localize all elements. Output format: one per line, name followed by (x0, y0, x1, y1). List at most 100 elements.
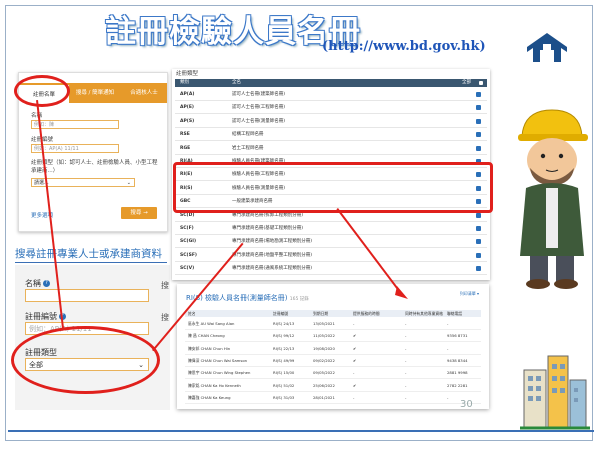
row-name: 結構工程師名冊 (232, 132, 264, 138)
select-all-checkbox[interactable] (479, 81, 483, 85)
results-cell: RI(S) 15/00 (273, 370, 295, 376)
results-cell: 13/05/2021 (313, 321, 335, 326)
col-select-all[interactable]: 全部 (462, 79, 471, 87)
results-cell: - (405, 357, 407, 363)
big-search-divider (15, 262, 167, 263)
row-name: 專門承建商名冊(地盤平整工程類別分冊) (232, 252, 313, 258)
results-cell: 9438 8344 (447, 357, 468, 363)
footer-divider (8, 430, 594, 432)
table-row[interactable]: SC(SF) 專門承建商名冊(地盤平整工程類別分冊) (175, 250, 487, 262)
results-cell: 陳安邦 CHAN Chun Hin (188, 345, 231, 351)
side-label: 搜 (161, 313, 169, 322)
results-panel: RI(S) 檢驗人員名冊(測量師名冊) 165 記錄 列印清單 ▾ 姓名 註冊編號… (177, 284, 489, 409)
page-number: 30 (460, 399, 473, 410)
results-cell: RI(S) 22/13 (273, 345, 295, 351)
table-row[interactable]: RGE 岩土工程師名冊 (175, 143, 487, 155)
row-checkbox[interactable] (476, 132, 481, 138)
row-name: 認可人士名冊(工程師名冊) (232, 105, 286, 111)
results-cell: - (405, 333, 407, 339)
results-row[interactable]: 區永生 AU Wai Sang Alan RI(S) 24/13 13/05/202… (185, 319, 481, 330)
slide-url: (http://www.bd.gov.hk) (322, 39, 486, 54)
row-code: AP(E) (180, 105, 194, 111)
tab-search-notice[interactable]: 搜尋 / 簡單通知 (69, 83, 121, 103)
chevron-down-icon: ⌄ (126, 180, 131, 186)
results-cell: - (405, 394, 407, 400)
table-row[interactable]: AP(E) 認可人士名冊(工程師名冊) (175, 102, 487, 115)
row-code: SC(V) (180, 266, 195, 272)
results-cell: RI(S) 31/03 (273, 394, 295, 400)
search-button[interactable]: 搜尋 → (121, 207, 157, 219)
row-name: 岩土工程師名冊 (232, 145, 264, 151)
table-row[interactable]: SC(GI) 專門承建商名冊(場地勘測工程類別分冊) (175, 236, 487, 249)
results-row[interactable]: 陳偉深 CHAN Chun Wai Samson RI(S) 49/99 09/02… (185, 356, 481, 367)
table-row[interactable]: SC(F) 專門承建商名冊(基礎工程類別分冊) (175, 223, 487, 235)
results-row[interactable]: 陳家銘 CHAN Ka Ho Kenneth RI(S) 51/02 25/06/2… (185, 381, 481, 392)
results-cell: 09/02/2022 (313, 357, 335, 363)
results-title: RI(S) 檢驗人員名冊(測量師名冊) 165 記錄 (186, 294, 309, 302)
highlight-ellipse-tab (14, 75, 70, 107)
results-cell: ✔ (353, 382, 357, 388)
results-cell: 區永生 AU Wai Sang Alan (188, 321, 235, 326)
table-row[interactable]: AP(S) 認可人士名冊(測量師名冊) (175, 116, 487, 128)
row-checkbox[interactable] (476, 105, 481, 111)
results-cell: RI(S) 24/13 (273, 321, 295, 326)
table-row[interactable]: RSE 結構工程師名冊 (175, 129, 487, 142)
print-list-link[interactable]: 列印清單 ▾ (460, 291, 479, 297)
results-row[interactable]: 陳 昌 CHAN Cheong RI(S) 99/12 11/05/2022 ✔ - 93… (185, 331, 481, 343)
col-name: 全名 (232, 80, 241, 85)
results-cell: - (353, 394, 355, 400)
results-row[interactable]: 陳安邦 CHAN Chun Hin RI(S) 22/13 19/08/2020 ✔ -… (185, 344, 481, 355)
results-cell: 陳 昌 CHAN Cheong (188, 333, 225, 339)
row-checkbox[interactable] (476, 212, 481, 218)
row-name: 認可人士名冊(測量師名冊) (232, 118, 286, 124)
row-checkbox[interactable] (476, 226, 481, 231)
search-button-label: 搜尋 (130, 210, 142, 216)
row-code: AP(A) (180, 92, 195, 97)
name-input[interactable]: 例如：陳 (31, 120, 119, 129)
results-row[interactable]: 陳思宇 CHAN Chun Wing Stephen RI(S) 15/00 09/… (185, 368, 481, 380)
arrow-right-icon: → (143, 210, 148, 216)
results-cell: RI(S) 99/12 (273, 333, 295, 339)
row-code: SC(F) (180, 226, 194, 231)
results-column-header[interactable]: 同時持有其他專業資格 (405, 310, 443, 317)
col-category: 類別 (180, 80, 189, 85)
results-cell: - (447, 345, 449, 351)
results-column-header[interactable]: 註冊編號 (273, 310, 288, 317)
row-checkbox[interactable] (476, 145, 481, 151)
row-checkbox[interactable] (476, 266, 481, 272)
row-checkbox[interactable] (476, 252, 481, 258)
row-code: SC(SF) (180, 252, 197, 258)
results-column-header[interactable]: 聯絡電話 (447, 310, 462, 317)
help-icon[interactable]: ? (43, 280, 50, 287)
reg-no-input[interactable]: 例如：AP(A) 11/11 (31, 144, 119, 153)
row-checkbox[interactable] (476, 118, 481, 124)
inspector-character-illustration (518, 109, 588, 289)
highlight-box-ri-rows (173, 162, 493, 213)
results-cell: 09/05/2022 (313, 370, 335, 376)
type-label: 註冊類型（如：認可人士、註冊檢驗人員、小型工程承建商...） (31, 160, 158, 174)
results-column-header[interactable]: 姓名 (188, 310, 196, 317)
results-cell: 11/05/2022 (313, 333, 335, 339)
tab-suitable-persons[interactable]: 合適核人士 (121, 83, 167, 103)
results-cell: RI(S) 49/99 (273, 357, 295, 363)
side-label: 搜 (161, 281, 169, 290)
row-name: 認可人士名冊(建築師名冊) (232, 92, 286, 97)
big-name-input[interactable] (25, 289, 149, 302)
results-cell: 陳家銘 CHAN Ka Ho Kenneth (188, 382, 241, 388)
results-cell: 陳偉深 CHAN Chun Wai Samson (188, 357, 248, 363)
results-column-header[interactable]: 提供服務的時間 (353, 310, 380, 317)
results-count: 165 記錄 (289, 297, 309, 302)
results-cell: - (447, 394, 449, 400)
results-cell: 陳思宇 CHAN Chun Wing Stephen (188, 370, 251, 376)
row-code: SC(GI) (180, 239, 197, 245)
results-row[interactable]: 陳嘉強 CHAN Ka Keung RI(S) 31/03 28/01/2021 - -… (185, 393, 481, 404)
table-row[interactable]: AP(A) 認可人士名冊(建築師名冊) (175, 89, 487, 101)
results-cell: - (447, 321, 449, 326)
results-column-header[interactable]: 到期日期 (313, 310, 328, 317)
big-name-label: 名稱? (25, 278, 50, 289)
results-cell: ✔ (353, 345, 357, 351)
row-checkbox[interactable] (476, 239, 481, 245)
table-header-row: 類別 全名 全部 (175, 79, 487, 87)
row-checkbox[interactable] (476, 92, 481, 97)
results-cell: - (405, 382, 407, 388)
